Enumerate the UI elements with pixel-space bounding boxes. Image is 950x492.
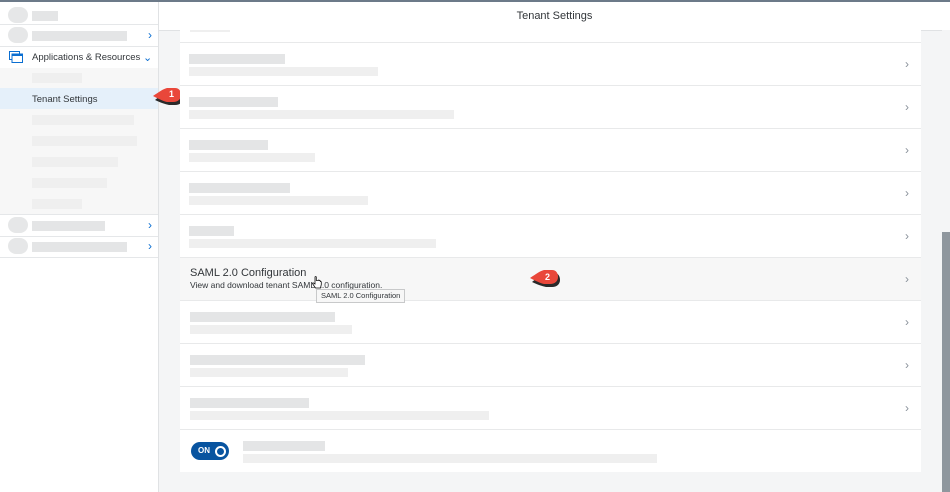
list-item[interactable]: ›	[180, 86, 921, 129]
chevron-right-icon: ›	[905, 57, 909, 71]
item-title-placeholder	[190, 398, 309, 408]
chevron-right-icon: ›	[905, 229, 909, 243]
item-label-placeholder	[32, 31, 127, 41]
applications-icon	[9, 51, 23, 63]
item-title[interactable]: SAML 2.0 Configuration	[190, 267, 306, 279]
callout-number: 2	[545, 272, 551, 282]
list-item[interactable]: ›	[180, 387, 921, 430]
chevron-right-icon[interactable]: ›	[148, 240, 152, 252]
callout-number: 1	[169, 89, 175, 99]
divider	[0, 46, 158, 47]
item-label-placeholder	[190, 30, 230, 32]
item-description-placeholder	[189, 153, 315, 162]
divider	[0, 257, 158, 258]
list-item[interactable]: ›	[180, 172, 921, 215]
chevron-right-icon: ›	[905, 143, 909, 157]
list-item[interactable]: ›	[180, 43, 921, 86]
sidebar-item-placeholder[interactable]: ›	[0, 236, 158, 257]
switch-knob	[215, 446, 226, 457]
page-header: Tenant Settings	[159, 2, 950, 31]
item-label-placeholder	[32, 11, 58, 21]
subitem-placeholder[interactable]	[32, 73, 82, 83]
sidebar-item-label[interactable]: Tenant Settings	[32, 94, 98, 105]
list-item[interactable]: ›	[180, 301, 921, 344]
subitem-placeholder[interactable]	[32, 115, 134, 125]
tooltip: SAML 2.0 Configuration	[316, 289, 406, 303]
item-label-placeholder	[32, 221, 105, 231]
item-title-placeholder	[189, 140, 268, 150]
chevron-right-icon: ›	[905, 272, 909, 286]
list-item[interactable]: ›	[180, 215, 921, 258]
chevron-right-icon: ›	[905, 358, 909, 372]
subitem-placeholder[interactable]	[32, 199, 82, 209]
hand-cursor-icon	[312, 276, 322, 289]
item-icon-placeholder	[8, 27, 28, 43]
list-item[interactable]: ›	[180, 129, 921, 172]
list-item[interactable]	[180, 30, 921, 43]
sidebar-group-label[interactable]: Applications & Resources	[32, 52, 140, 63]
item-title-placeholder	[190, 355, 365, 365]
chevron-down-icon[interactable]: ⌄	[143, 51, 152, 64]
sidebar-item-placeholder[interactable]: ›	[0, 215, 158, 236]
item-description-placeholder	[189, 239, 436, 248]
item-title-placeholder	[189, 54, 285, 64]
callout-marker	[153, 88, 183, 105]
switch-label: ON	[198, 446, 210, 455]
item-description-placeholder	[189, 196, 368, 205]
subitem-placeholder[interactable]	[32, 136, 137, 146]
item-label-placeholder	[32, 242, 127, 252]
sidebar-item-placeholder[interactable]: ›	[0, 25, 158, 46]
sidebar-item-placeholder[interactable]	[0, 4, 158, 25]
item-title-placeholder	[243, 441, 325, 451]
chevron-right-icon[interactable]: ›	[148, 29, 152, 41]
item-title-placeholder	[189, 97, 278, 107]
subitem-placeholder[interactable]	[32, 178, 107, 188]
item-title-placeholder	[189, 183, 290, 193]
item-icon-placeholder	[8, 238, 28, 254]
item-description-placeholder	[189, 67, 378, 76]
item-title-placeholder	[190, 312, 335, 322]
scrollbar-thumb[interactable]	[942, 232, 950, 492]
list-item[interactable]: ›	[180, 344, 921, 387]
subitem-placeholder[interactable]	[32, 157, 118, 167]
item-description-placeholder	[190, 368, 348, 377]
on-off-switch[interactable]: ON	[191, 442, 229, 460]
chevron-right-icon: ›	[905, 401, 909, 415]
item-icon-placeholder	[8, 217, 28, 233]
item-description-placeholder	[190, 411, 489, 420]
item-title-placeholder	[189, 226, 234, 236]
item-description-placeholder	[189, 110, 454, 119]
list-item-toggle-setting: ON	[180, 430, 921, 472]
settings-list: › › › › › SAML 2.0 Configuration View an…	[180, 30, 921, 472]
sidebar: › Applications & Resources ⌄ Tenant Sett…	[0, 2, 159, 492]
page-title: Tenant Settings	[516, 10, 593, 22]
chevron-right-icon: ›	[905, 186, 909, 200]
chevron-right-icon[interactable]: ›	[148, 219, 152, 231]
chevron-right-icon: ›	[905, 100, 909, 114]
chevron-right-icon: ›	[905, 315, 909, 329]
item-icon-placeholder	[8, 7, 28, 23]
item-description-placeholder	[190, 325, 352, 334]
item-description-placeholder	[243, 454, 657, 463]
